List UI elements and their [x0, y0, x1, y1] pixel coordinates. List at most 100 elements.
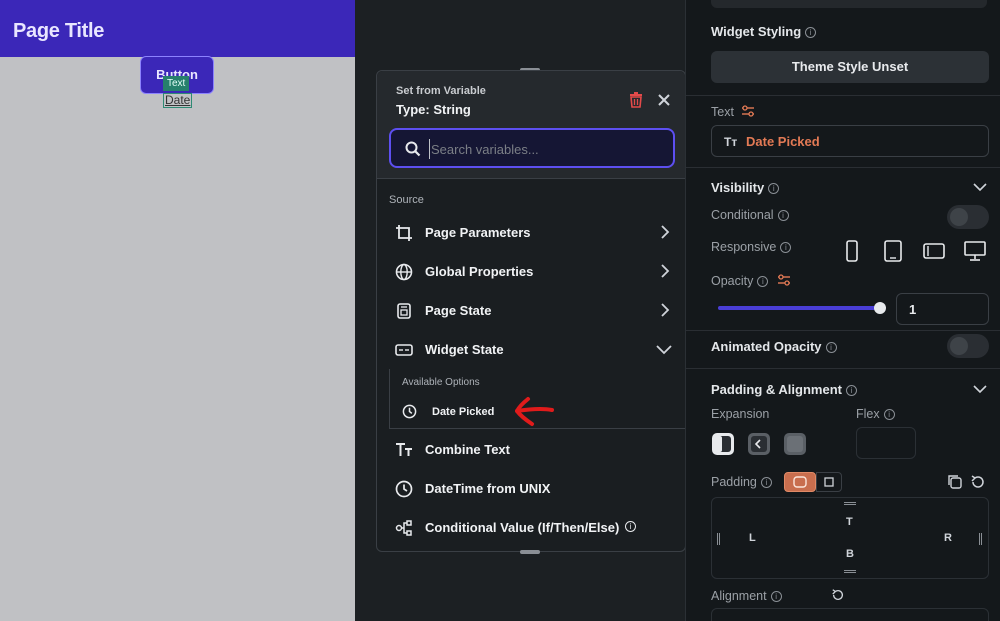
reset-icon[interactable]	[831, 588, 845, 602]
info-icon[interactable]: i	[757, 276, 769, 287]
divider	[686, 330, 1000, 331]
padding-top-handle[interactable]	[844, 502, 856, 505]
source-item-label: Widget State	[425, 342, 504, 357]
flex-input[interactable]	[856, 427, 916, 459]
section-label: Conditional	[711, 208, 774, 222]
phone-icon[interactable]	[841, 240, 863, 262]
chevron-down-icon	[656, 345, 672, 355]
padding-left-handle[interactable]	[717, 533, 720, 545]
alignment-editor[interactable]	[711, 608, 989, 621]
properties-panel: Widget Styling i Theme Style Unset Text T…	[685, 0, 1000, 621]
design-canvas: Page Title Button Text Date	[0, 0, 355, 621]
source-item-conditional-value[interactable]: Conditional Value (If/Then/Else) i	[377, 509, 685, 545]
expansion-label: Expansion	[711, 407, 770, 421]
page-parameters-icon	[396, 225, 412, 241]
desktop-icon[interactable]	[964, 240, 986, 262]
clock-icon	[402, 404, 417, 419]
source-item-label: Combine Text	[425, 442, 510, 457]
info-icon[interactable]: i	[825, 342, 837, 353]
source-item-global-properties[interactable]: Global Properties	[377, 253, 685, 289]
globe-icon	[395, 263, 413, 281]
padding-right-handle[interactable]	[979, 533, 982, 545]
info-icon[interactable]: i	[805, 27, 817, 38]
popup-header: Set from Variable Type: String	[377, 71, 685, 179]
conditional-icon	[395, 520, 412, 536]
chevron-right-icon	[661, 264, 670, 278]
theme-style-button[interactable]: Theme Style Unset	[711, 51, 989, 83]
search-box[interactable]	[389, 128, 675, 168]
search-icon	[405, 141, 421, 157]
flex-label: Flex i	[856, 407, 895, 421]
padding-bottom-label: B	[846, 548, 854, 560]
padding-left-label: L	[749, 532, 756, 544]
tablet-icon[interactable]	[882, 240, 904, 262]
opacity-slider-thumb[interactable]	[874, 302, 886, 314]
info-icon[interactable]: i	[760, 477, 772, 488]
popup-type-label: Type: String	[396, 102, 471, 117]
variable-settings-icon[interactable]	[777, 274, 791, 286]
chevron-right-icon	[661, 303, 670, 317]
annotation-arrow-icon	[515, 397, 554, 426]
source-item-datetime-from-unix[interactable]: DateTime from UNIX	[377, 470, 685, 506]
selected-widget-tag: Text	[163, 76, 190, 91]
available-option-label: Date Picked	[432, 406, 495, 418]
responsive-label: Responsive i	[711, 240, 792, 254]
padding-uniform-toggle[interactable]	[784, 472, 816, 492]
info-icon[interactable]: i	[777, 210, 789, 221]
padding-editor: T B L R	[711, 497, 989, 579]
source-item-combine-text[interactable]: Combine Text	[377, 431, 685, 467]
copy-icon[interactable]	[947, 474, 963, 490]
section-label: Animated Opacity	[711, 339, 822, 354]
text-type-icon: Tт	[724, 135, 738, 149]
tablet-landscape-icon[interactable]	[923, 240, 945, 262]
trash-icon[interactable]	[629, 92, 643, 108]
info-icon[interactable]: i	[768, 183, 780, 194]
info-icon[interactable]: i	[845, 385, 857, 396]
conditional-toggle[interactable]	[947, 205, 989, 229]
popup-resize-handle-bottom[interactable]	[520, 550, 540, 554]
chevron-down-icon[interactable]	[972, 180, 988, 194]
clock-icon	[395, 480, 413, 498]
divider	[686, 167, 1000, 168]
opacity-input[interactable]: 1	[896, 293, 989, 325]
info-icon[interactable]: i	[883, 409, 895, 420]
source-item-widget-state[interactable]: Widget State	[377, 331, 685, 367]
popup-subtitle: Set from Variable	[396, 85, 486, 97]
section-label: Flex	[856, 407, 880, 421]
source-item-label: Page Parameters	[425, 225, 531, 240]
section-label: Visibility	[711, 180, 765, 195]
padding-bottom-handle[interactable]	[844, 570, 856, 573]
source-item-page-state[interactable]: Page State	[377, 292, 685, 328]
opacity-slider-track[interactable]	[718, 306, 880, 310]
reset-icon[interactable]	[970, 474, 986, 490]
source-section-label: Source	[389, 194, 424, 206]
conditional-label: Conditional i	[711, 208, 789, 222]
expansion-expanded-icon[interactable]	[783, 432, 807, 456]
source-item-page-parameters[interactable]: Page Parameters	[377, 214, 685, 250]
section-label: Text	[711, 105, 734, 119]
expansion-flexible-icon[interactable]	[747, 432, 771, 456]
padding-individual-toggle[interactable]	[816, 472, 842, 492]
animated-opacity-label: Animated Opacity i	[711, 339, 837, 354]
expansion-default-icon[interactable]	[711, 432, 735, 456]
widget-state-icon	[395, 344, 413, 356]
variable-settings-icon[interactable]	[741, 105, 755, 117]
section-label: Alignment	[711, 589, 767, 603]
close-icon[interactable]	[656, 92, 672, 108]
date-text-widget[interactable]: Date	[163, 93, 193, 108]
chevron-down-icon[interactable]	[972, 382, 988, 396]
padding-top-label: T	[846, 516, 853, 528]
padding-alignment-title: Padding & Alignment i	[711, 382, 857, 397]
app-bar[interactable]: Page Title	[0, 0, 355, 57]
padding-individual-icon	[824, 477, 834, 487]
section-label: Responsive	[711, 240, 777, 254]
info-icon[interactable]: i	[780, 242, 792, 253]
padding-label: Padding i	[711, 475, 772, 489]
text-value-field[interactable]: Tт Date Picked	[711, 125, 989, 157]
text-property-label: Text	[711, 105, 755, 119]
page-title[interactable]: Page Title	[13, 20, 104, 43]
search-input[interactable]	[429, 139, 664, 159]
animated-opacity-toggle[interactable]	[947, 334, 989, 358]
info-icon[interactable]: i	[625, 521, 636, 532]
info-icon[interactable]: i	[770, 591, 782, 602]
